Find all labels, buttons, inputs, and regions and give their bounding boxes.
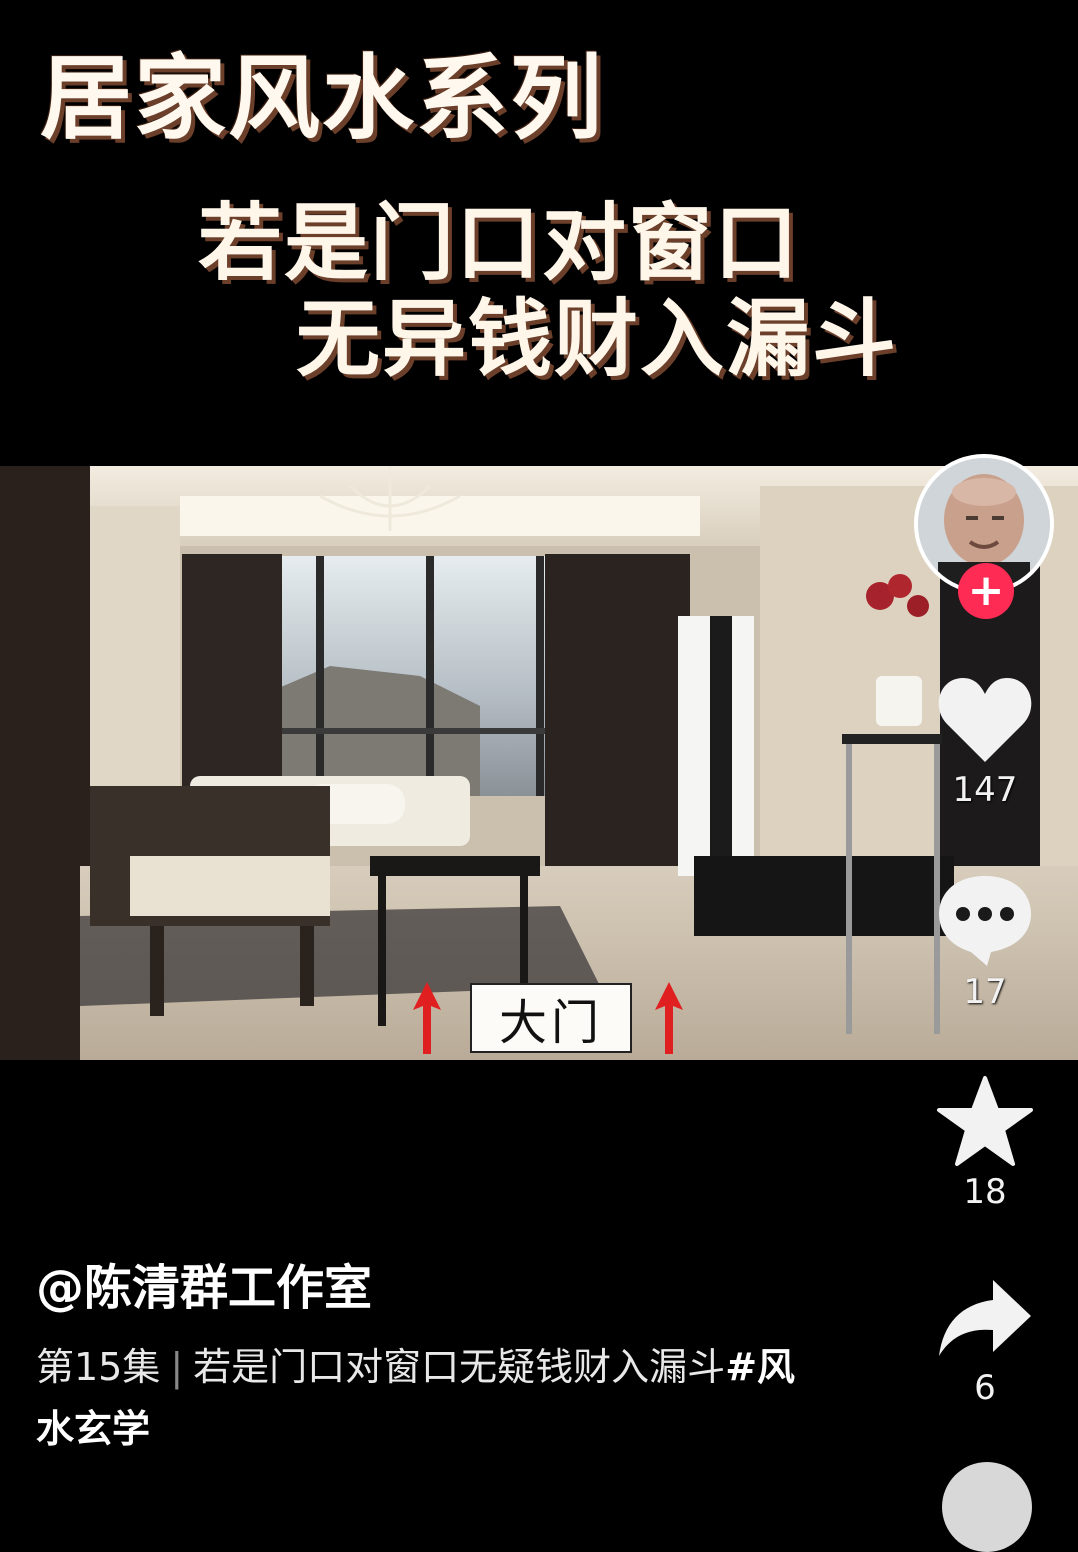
favorite-count: 18: [963, 1172, 1007, 1212]
star-icon: [937, 1076, 1033, 1166]
favorite-button[interactable]: 18: [925, 1074, 1045, 1212]
comment-button[interactable]: 17: [925, 872, 1045, 1012]
heart-icon: [938, 678, 1032, 762]
door-label: 大门: [470, 983, 632, 1053]
next-avatar: [942, 1462, 1032, 1552]
share-count: 6: [974, 1368, 996, 1408]
caption-separator: |: [170, 1345, 184, 1389]
video-frame[interactable]: [0, 466, 1078, 1060]
living-room-image: [0, 466, 1078, 1060]
episode-label: 第15集: [36, 1345, 161, 1389]
caption-text: 若是门口对窗口无疑钱财入漏斗: [193, 1345, 726, 1389]
arrow-up-icon: [413, 982, 441, 1054]
headline-line-2: 无异钱财入漏斗: [296, 290, 899, 388]
follow-button[interactable]: +: [958, 563, 1014, 619]
like-button[interactable]: 147: [925, 672, 1045, 810]
share-button[interactable]: 6: [925, 1276, 1045, 1408]
comment-icon: [939, 876, 1031, 966]
arrow-up-icon: [655, 982, 683, 1054]
like-count: 147: [952, 770, 1018, 810]
series-title: 居家风水系列: [40, 45, 605, 152]
comment-count: 17: [963, 972, 1007, 1012]
author-name[interactable]: @陈清群工作室: [36, 1248, 372, 1318]
video-caption: 第15集 | 若是门口对窗口无疑钱财入漏斗#风水玄学: [36, 1336, 796, 1460]
share-icon: [939, 1280, 1031, 1356]
